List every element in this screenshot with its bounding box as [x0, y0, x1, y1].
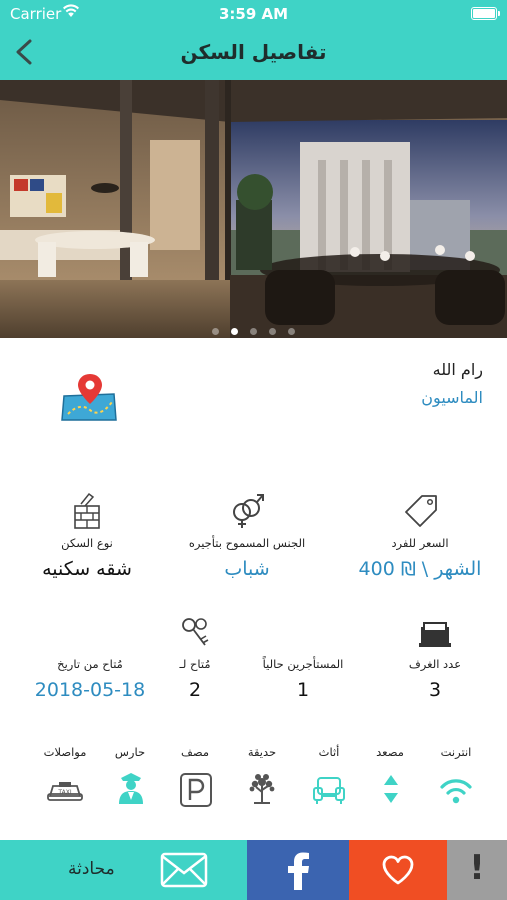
amenity-label-internet: انترنت [440, 745, 472, 759]
bricks-icon [74, 492, 100, 529]
page-dot[interactable] [288, 328, 295, 335]
clock: 3:59 AM [218, 5, 289, 23]
wifi-icon [440, 779, 472, 804]
furniture-icon [313, 777, 345, 804]
rooms-value: 3 [428, 679, 442, 701]
map-pin-icon [61, 374, 117, 421]
keys-icon [182, 618, 209, 646]
housing-type-value: شقه سكنيه [42, 558, 132, 580]
location-city: رام الله [432, 360, 483, 379]
price-tag-icon [405, 495, 437, 527]
rooms-label: عدد الغرف [408, 657, 462, 671]
garden-icon [249, 774, 275, 804]
gender-value: شباب [224, 558, 270, 580]
chat-button[interactable]: محادثة [0, 840, 247, 900]
price-label: السعر للفرد [391, 536, 449, 550]
taxi-icon: TAXI [47, 782, 83, 801]
parking-icon [180, 773, 212, 807]
price-info: السعر للفرد 400 ₪ \ الشهر [345, 492, 495, 580]
report-icon: ! [469, 848, 485, 888]
amenity-label-parking: مصف [180, 745, 210, 759]
gender-info: الجنس المسموح بتأجيره شباب [172, 492, 322, 580]
status-bar: Carrier 3:59 AM [0, 0, 507, 28]
apartment-photo [0, 80, 507, 338]
bed-icon [419, 622, 451, 647]
price-value: 400 ₪ \ الشهر [358, 558, 482, 580]
page-dot[interactable] [269, 328, 276, 335]
page-dot[interactable] [250, 328, 257, 335]
gallery-pagination[interactable] [0, 320, 507, 335]
heart-icon [382, 855, 414, 885]
report-button[interactable]: ! [447, 840, 507, 900]
taxi-sign-text: TAXI [57, 789, 71, 796]
nav-header: Carrier 3:59 AM تفاصيل السكن [0, 0, 507, 80]
chat-label: محادثة [68, 859, 115, 879]
amenity-label-transport: مواصلات [43, 745, 87, 759]
housing-type-label: نوع السكن [61, 536, 113, 550]
amenity-label-elevator: مصعد [376, 745, 404, 759]
photo-gallery[interactable] [0, 80, 507, 338]
page-title: تفاصيل السكن [180, 40, 327, 64]
battery-icon [471, 7, 500, 20]
gender-icon [233, 494, 264, 528]
favorite-button[interactable] [349, 840, 447, 900]
available-from-value: 2018-05-18 [34, 679, 146, 701]
facebook-icon [288, 852, 309, 890]
amenity-label-guard: حارس [114, 745, 146, 759]
bottom-action-bar: محادثة ! [0, 840, 507, 900]
page-dot-active[interactable] [231, 328, 238, 335]
gender-label: الجنس المسموح بتأجيره [188, 536, 306, 550]
available-from-label: مُتاح من تاريخ [57, 657, 123, 671]
envelope-icon [160, 852, 208, 888]
map-button[interactable] [60, 372, 118, 422]
guard-icon [119, 773, 143, 804]
page-dot[interactable] [212, 328, 219, 335]
elevator-icon [384, 775, 398, 803]
facebook-share-button[interactable] [247, 840, 349, 900]
housing-type-info: نوع السكن شقه سكنيه [12, 492, 162, 580]
amenity-label-furniture: أثاث [318, 745, 340, 759]
available-from-info: مُتاح من تاريخ 2018-05-18 [15, 651, 165, 701]
rooms-info: عدد الغرف 3 [360, 615, 507, 701]
location-area[interactable]: الماسيون [421, 388, 483, 407]
amenity-label-garden: حديقة [247, 745, 277, 759]
